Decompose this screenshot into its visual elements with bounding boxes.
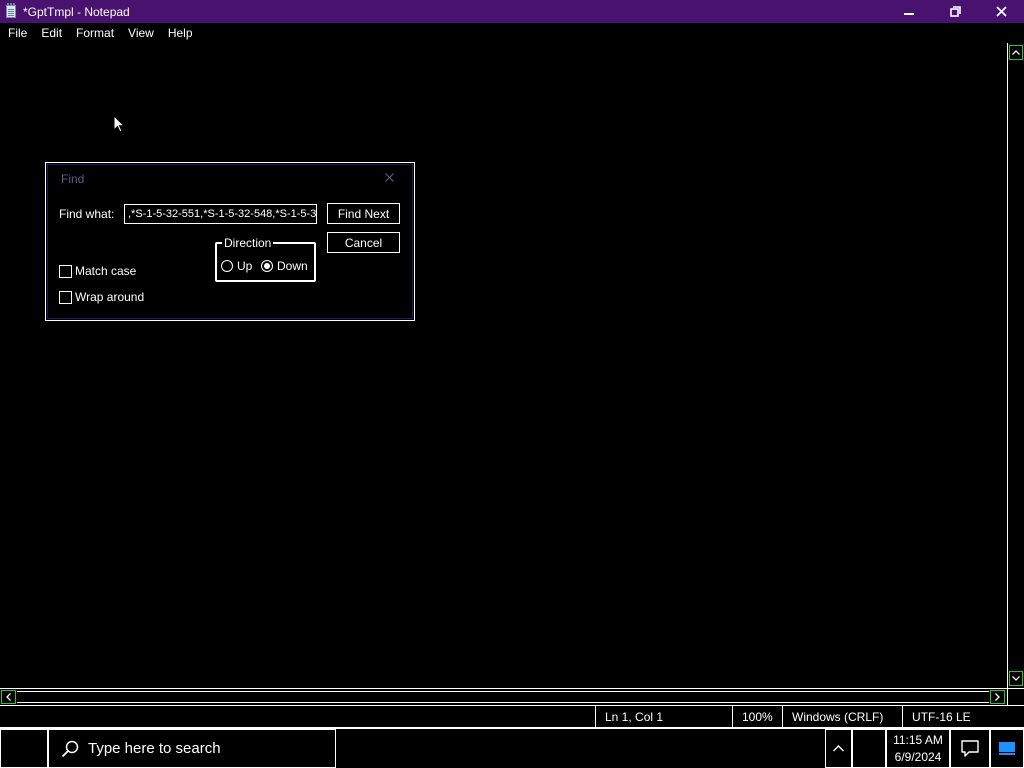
status-bar: Ln 1, Col 1 100% Windows (CRLF) UTF-16 L… (0, 705, 1024, 728)
scroll-right-button[interactable] (990, 690, 1005, 704)
restore-button[interactable] (932, 0, 978, 23)
notification-icon (961, 740, 979, 757)
cancel-button[interactable]: Cancel (327, 232, 400, 253)
action-center-button[interactable] (950, 729, 990, 768)
clock-time: 11:15 AM (893, 732, 943, 747)
direction-down-radio[interactable]: Down (261, 259, 308, 273)
find-dialog: Find Find what: ,*S-1-5-32-551,*S-1-5-32… (45, 162, 415, 321)
start-button[interactable] (0, 729, 48, 768)
status-zoom: 100% (732, 706, 782, 728)
scroll-up-button[interactable] (1009, 45, 1023, 60)
taskbar-search-box[interactable]: Type here to search (48, 729, 336, 768)
wrap-around-checkbox[interactable]: Wrap around (59, 290, 144, 304)
minimize-icon (904, 12, 914, 15)
taskbar: Type here to search 11:15 AM 6/9/2024 (0, 728, 1024, 768)
close-icon (385, 173, 394, 182)
chevron-up-icon (833, 745, 844, 752)
text-editor[interactable] (0, 43, 1007, 688)
radio-unchecked-icon (221, 260, 233, 272)
close-button[interactable] (978, 0, 1024, 23)
chevron-up-icon (1012, 50, 1020, 55)
window-controls (886, 0, 1024, 23)
menu-file[interactable]: File (0, 23, 34, 43)
desktop-icon (999, 742, 1015, 755)
checkbox-unchecked-icon (59, 290, 72, 304)
chevron-down-icon (1012, 676, 1020, 681)
horizontal-scroll-thumb[interactable] (17, 691, 989, 703)
menu-view[interactable]: View (121, 23, 161, 43)
direction-up-radio[interactable]: Up (221, 259, 252, 273)
menu-format[interactable]: Format (69, 23, 121, 43)
horizontal-scrollbar[interactable] (0, 688, 1007, 705)
minimize-button[interactable] (886, 0, 932, 23)
scroll-left-button[interactable] (1, 690, 16, 704)
status-line-endings: Windows (CRLF) (782, 706, 902, 728)
search-icon (61, 740, 79, 757)
checkbox-unchecked-icon (59, 264, 72, 278)
chevron-right-icon (995, 693, 1000, 701)
status-encoding: UTF-16 LE (902, 706, 1024, 728)
taskbar-clock[interactable]: 11:15 AM 6/9/2024 (886, 729, 950, 768)
mouse-pointer-icon (113, 115, 125, 133)
vertical-scrollbar[interactable] (1007, 43, 1024, 688)
restore-icon (949, 6, 961, 17)
menu-help[interactable]: Help (161, 23, 200, 43)
wrap-around-label: Wrap around (75, 290, 145, 304)
menu-edit[interactable]: Edit (34, 23, 69, 43)
scroll-down-button[interactable] (1009, 671, 1023, 686)
show-desktop-button[interactable] (990, 729, 1024, 768)
radio-checked-icon (261, 260, 273, 272)
find-dialog-title: Find (61, 172, 85, 186)
close-icon (995, 6, 1007, 17)
find-what-input[interactable]: ,*S-1-5-32-551,*S-1-5-32-548,*S-1-5-32- (124, 204, 317, 224)
window-title: *GptTmpl - Notepad (23, 4, 130, 19)
direction-down-label: Down (277, 259, 308, 273)
find-next-button[interactable]: Find Next (327, 203, 400, 224)
tray-slot[interactable] (852, 729, 886, 768)
menu-bar: File Edit Format View Help (0, 23, 1024, 43)
status-position: Ln 1, Col 1 (595, 706, 732, 728)
chevron-left-icon (6, 693, 11, 701)
scrollbar-corner (1007, 688, 1024, 705)
match-case-label: Match case (75, 264, 137, 278)
clock-date: 6/9/2024 (894, 749, 942, 764)
find-what-label: Find what: (59, 207, 115, 221)
notepad-icon (4, 3, 18, 19)
show-hidden-icons-button[interactable] (825, 729, 852, 768)
title-bar[interactable]: *GptTmpl - Notepad (0, 0, 1024, 23)
search-placeholder: Type here to search (88, 740, 221, 757)
direction-label: Direction (222, 236, 274, 250)
direction-up-label: Up (237, 259, 253, 273)
match-case-checkbox[interactable]: Match case (59, 264, 136, 278)
find-dialog-close-button[interactable] (385, 170, 394, 185)
direction-group: Direction Up Down (215, 236, 316, 282)
